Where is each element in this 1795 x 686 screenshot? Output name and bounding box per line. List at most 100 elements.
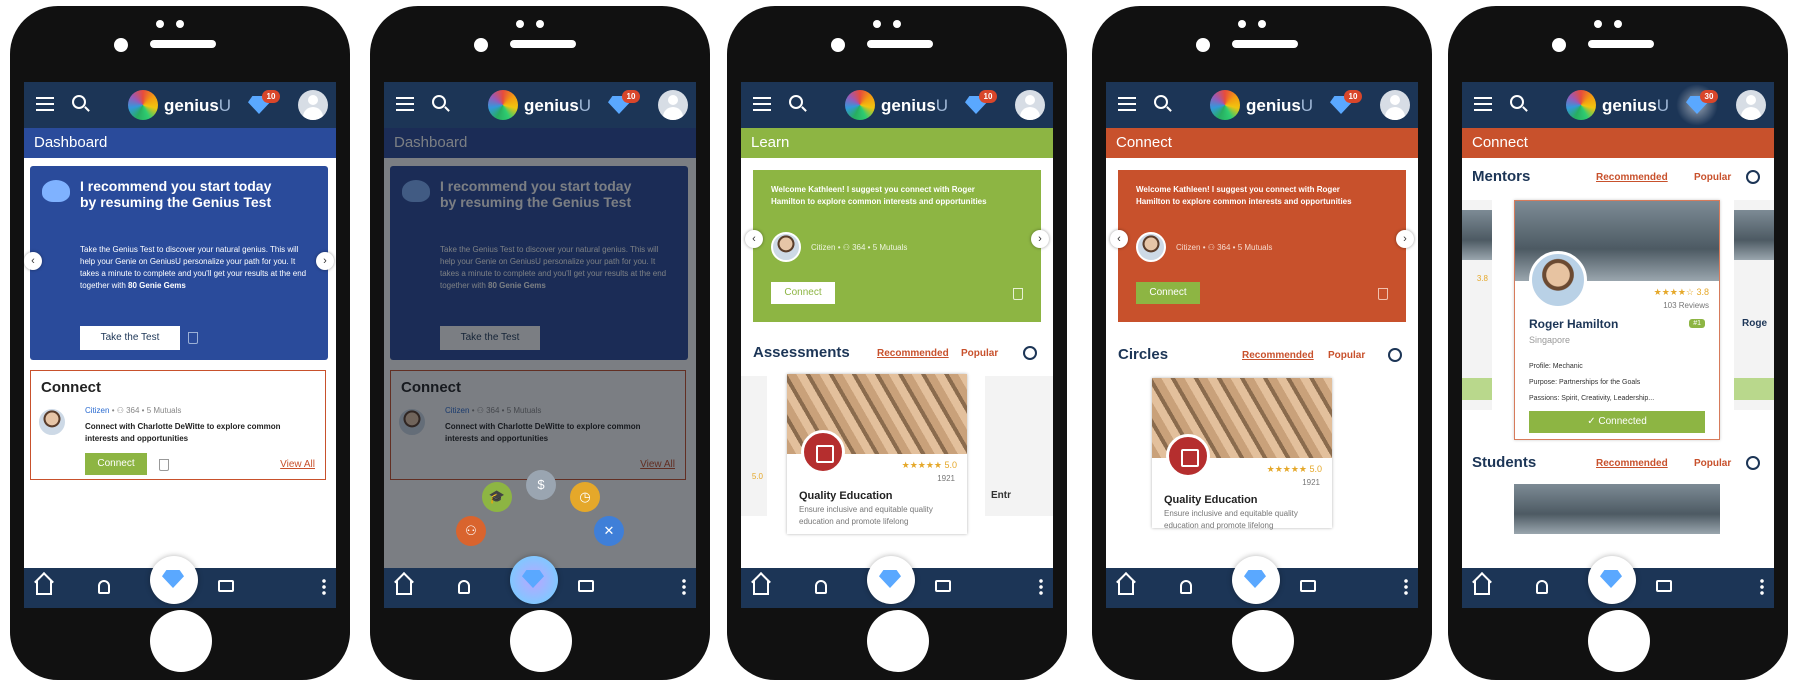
chat-icon[interactable] bbox=[935, 580, 951, 592]
home-button[interactable] bbox=[510, 610, 572, 672]
genie-fab-button[interactable] bbox=[1232, 556, 1280, 604]
home-button[interactable] bbox=[1588, 610, 1650, 672]
trash-icon[interactable] bbox=[1378, 288, 1388, 300]
view-all-link[interactable]: View All bbox=[280, 459, 315, 470]
prev-arrow[interactable]: ‹ bbox=[1110, 230, 1128, 248]
home-button[interactable] bbox=[867, 610, 929, 672]
genie-fab-button[interactable] bbox=[150, 556, 198, 604]
people-menu-icon[interactable]: ⚇ bbox=[456, 516, 486, 546]
more-icon[interactable] bbox=[1039, 578, 1043, 596]
prev-arrow[interactable]: ‹ bbox=[745, 230, 763, 248]
mentor-card[interactable]: ★★★★☆ 3.8 103 Reviews Roger Hamilton #1 … bbox=[1514, 200, 1720, 440]
menu-icon[interactable] bbox=[1474, 97, 1492, 111]
menu-icon[interactable] bbox=[36, 97, 54, 111]
connected-button[interactable]: ✓ Connected bbox=[1529, 411, 1705, 433]
tab-recommended[interactable]: Recommended bbox=[1596, 172, 1668, 183]
avatar-icon[interactable] bbox=[1380, 90, 1410, 120]
assessment-card[interactable]: ★★★★★ 5.0 1921 Quality Education Ensure … bbox=[787, 374, 967, 534]
gem-count-badge: 30 bbox=[1700, 90, 1718, 103]
tab-popular[interactable]: Popular bbox=[961, 348, 998, 359]
connect-button[interactable]: Connect bbox=[1136, 282, 1200, 304]
avatar-icon[interactable] bbox=[658, 90, 688, 120]
section-title: Connect bbox=[1106, 128, 1418, 158]
home-button[interactable] bbox=[150, 610, 212, 672]
home-icon[interactable] bbox=[396, 581, 412, 595]
more-icon[interactable] bbox=[322, 578, 326, 596]
rating: ★★★★★ 5.0 bbox=[901, 460, 957, 470]
search-icon[interactable] bbox=[1510, 95, 1524, 109]
top-bar: geniusU 10 bbox=[24, 82, 336, 128]
suggestion-card: Welcome Kathleen! I suggest you connect … bbox=[753, 170, 1041, 322]
bell-icon[interactable] bbox=[1180, 580, 1192, 594]
card-image bbox=[1462, 210, 1492, 260]
home-button[interactable] bbox=[1232, 610, 1294, 672]
sensor-dot bbox=[176, 20, 184, 28]
circle-card[interactable]: ★★★★★ 5.0 1921 Quality Education Ensure … bbox=[1152, 378, 1332, 530]
side-name: Roge bbox=[1742, 318, 1767, 329]
sensor-dot bbox=[536, 20, 544, 28]
next-arrow[interactable]: › bbox=[316, 252, 334, 270]
search-icon[interactable] bbox=[1388, 348, 1402, 362]
chat-icon[interactable] bbox=[218, 580, 234, 592]
menu-icon[interactable] bbox=[396, 97, 414, 111]
home-icon[interactable] bbox=[1118, 581, 1134, 595]
trash-icon[interactable] bbox=[159, 459, 169, 471]
search-icon[interactable] bbox=[72, 95, 86, 109]
genie-fab-button[interactable] bbox=[867, 556, 915, 604]
home-icon[interactable] bbox=[753, 581, 769, 595]
avatar-icon[interactable] bbox=[1015, 90, 1045, 120]
menu-icon[interactable] bbox=[1118, 97, 1136, 111]
avatar-icon[interactable] bbox=[1736, 90, 1766, 120]
dim-overlay[interactable] bbox=[384, 128, 696, 608]
tab-recommended[interactable]: Recommended bbox=[877, 348, 949, 359]
take-test-button[interactable]: Take the Test bbox=[80, 326, 180, 350]
home-icon[interactable] bbox=[1474, 581, 1490, 595]
next-arrow[interactable]: › bbox=[1396, 230, 1414, 248]
bell-icon[interactable] bbox=[458, 580, 470, 594]
search-icon[interactable] bbox=[1154, 95, 1168, 109]
time-menu-icon[interactable]: ◷ bbox=[570, 482, 600, 512]
connect-button[interactable]: Connect bbox=[85, 453, 147, 475]
home-icon[interactable] bbox=[36, 581, 52, 595]
search-icon[interactable] bbox=[1746, 456, 1760, 470]
bell-icon[interactable] bbox=[98, 580, 110, 594]
tab-recommended[interactable]: Recommended bbox=[1242, 350, 1314, 361]
trash-icon[interactable] bbox=[188, 332, 198, 344]
banner-body: Take the Genius Test to discover your na… bbox=[80, 245, 307, 290]
chat-icon[interactable] bbox=[1656, 580, 1672, 592]
tab-popular[interactable]: Popular bbox=[1328, 350, 1365, 361]
screen: geniusU 10 Dashboard I recommend you sta… bbox=[384, 82, 696, 608]
learn-menu-icon[interactable]: 🎓 bbox=[482, 482, 512, 512]
trash-icon[interactable] bbox=[1013, 288, 1023, 300]
tab-popular[interactable]: Popular bbox=[1694, 172, 1731, 183]
search-icon[interactable] bbox=[432, 95, 446, 109]
connect-meta: Citizen • ⚇ 364 • 5 Mutuals bbox=[85, 406, 182, 415]
avatar-icon[interactable] bbox=[298, 90, 328, 120]
chat-icon[interactable] bbox=[578, 580, 594, 592]
more-icon[interactable] bbox=[682, 578, 686, 596]
genie-fab-button[interactable] bbox=[510, 556, 558, 604]
connect-card: Connect Citizen • ⚇ 364 • 5 Mutuals Conn… bbox=[30, 370, 326, 480]
prev-arrow[interactable]: ‹ bbox=[24, 252, 42, 270]
search-icon[interactable] bbox=[1023, 346, 1037, 360]
tab-popular[interactable]: Popular bbox=[1694, 458, 1731, 469]
card-image bbox=[1734, 210, 1774, 260]
search-icon[interactable] bbox=[789, 95, 803, 109]
more-icon[interactable] bbox=[1760, 578, 1764, 596]
genie-fab-button[interactable] bbox=[1588, 556, 1636, 604]
speaker bbox=[1232, 40, 1298, 48]
money-menu-icon[interactable]: $ bbox=[526, 470, 556, 500]
search-icon[interactable] bbox=[1746, 170, 1760, 184]
mentor-photo bbox=[1529, 251, 1587, 309]
tab-recommended[interactable]: Recommended bbox=[1596, 458, 1668, 469]
more-icon[interactable] bbox=[1404, 578, 1408, 596]
side-card-right: Entr bbox=[985, 376, 1053, 516]
connect-button[interactable]: Connect bbox=[771, 282, 835, 304]
next-arrow[interactable]: › bbox=[1031, 230, 1049, 248]
bell-icon[interactable] bbox=[1536, 580, 1548, 594]
menu-icon[interactable] bbox=[753, 97, 771, 111]
bell-icon[interactable] bbox=[815, 580, 827, 594]
chat-icon[interactable] bbox=[1300, 580, 1316, 592]
tools-menu-icon[interactable]: ✕ bbox=[594, 516, 624, 546]
genie-icon bbox=[42, 180, 70, 202]
